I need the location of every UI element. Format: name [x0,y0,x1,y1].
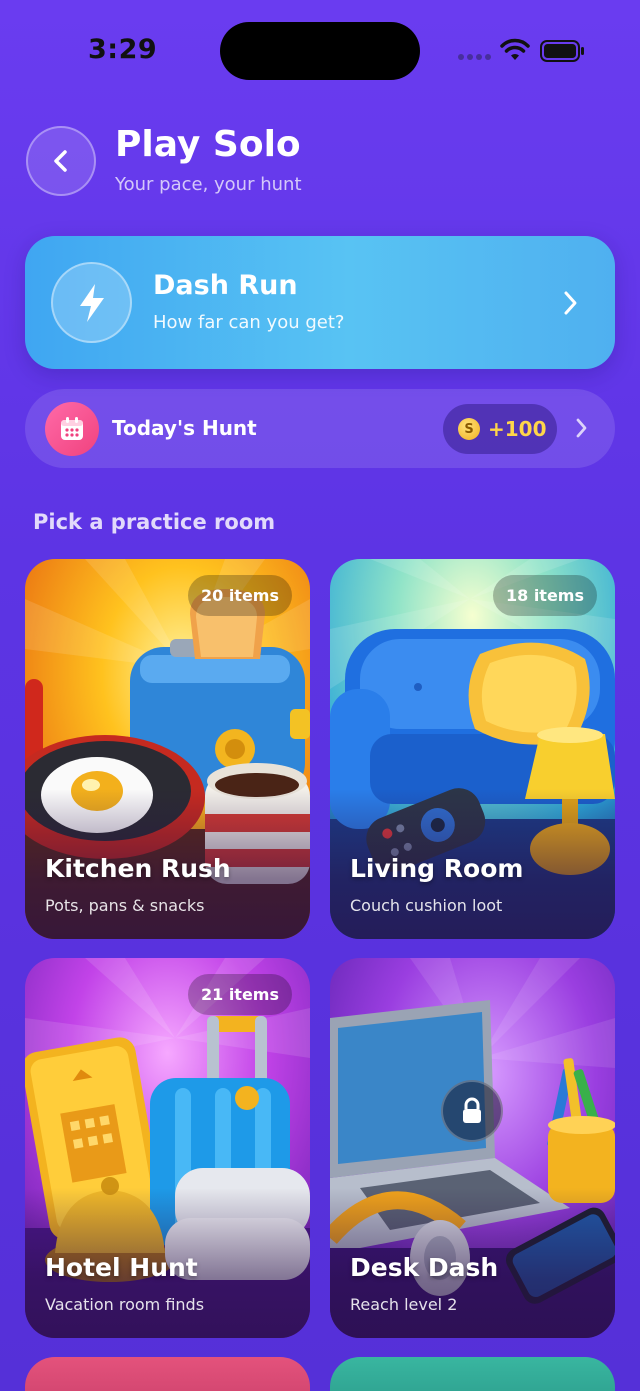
back-chevron-icon [54,150,67,172]
room-card-kitchen-rush[interactable]: 20 items Kitchen Rush Pots, pans & snack… [25,559,310,939]
status-bar: 3:29 [0,0,640,100]
status-time: 3:29 [88,34,158,65]
lock-badge [441,1080,503,1142]
items-count-badge: 20 items [187,575,292,616]
dash-run-card[interactable]: Dash Run How far can you get? [25,236,615,369]
room-card-desk-dash[interactable]: Desk Dash Reach level 2 [330,958,615,1338]
chevron-right-icon [576,418,587,438]
back-button[interactable] [26,126,96,196]
items-count-badge: 21 items [187,974,292,1015]
reward-amount: +100 [488,417,547,441]
section-title: Pick a practice room [33,510,276,534]
page-title: Play Solo [115,124,301,165]
todays-hunt-row[interactable]: Today's Hunt S +100 [25,389,615,468]
dash-run-title: Dash Run [153,270,298,301]
items-count-badge: 18 items [492,575,597,616]
page-subtitle: Your pace, your hunt [115,174,302,195]
room-title: Hotel Hunt [45,1253,198,1282]
lightning-icon [79,283,104,322]
dash-run-subtitle: How far can you get? [153,312,345,333]
room-card-peek[interactable] [330,1357,615,1391]
battery-icon [540,40,584,62]
signal-dots-icon [458,54,491,60]
chevron-right-icon [564,291,577,315]
room-card-peek[interactable] [25,1357,310,1391]
lock-icon [463,1097,481,1123]
wifi-icon [500,38,530,60]
room-subtitle: Couch cushion loot [350,896,503,915]
room-title: Kitchen Rush [45,854,231,883]
dynamic-island [220,22,420,80]
coin-icon: S [458,418,480,440]
room-subtitle: Pots, pans & snacks [45,896,205,915]
reward-badge: S +100 [443,404,557,454]
room-card-living-room[interactable]: 18 items Living Room Couch cushion loot [330,559,615,939]
room-card-hotel-hunt[interactable]: 21 items Hotel Hunt Vacation room finds [25,958,310,1338]
room-subtitle: Vacation room finds [45,1295,205,1314]
calendar-icon [45,402,99,456]
todays-hunt-label: Today's Hunt [112,416,257,440]
room-title: Desk Dash [350,1253,499,1282]
room-title: Living Room [350,854,524,883]
room-subtitle: Reach level 2 [350,1295,458,1314]
dash-run-icon-badge [51,262,132,343]
